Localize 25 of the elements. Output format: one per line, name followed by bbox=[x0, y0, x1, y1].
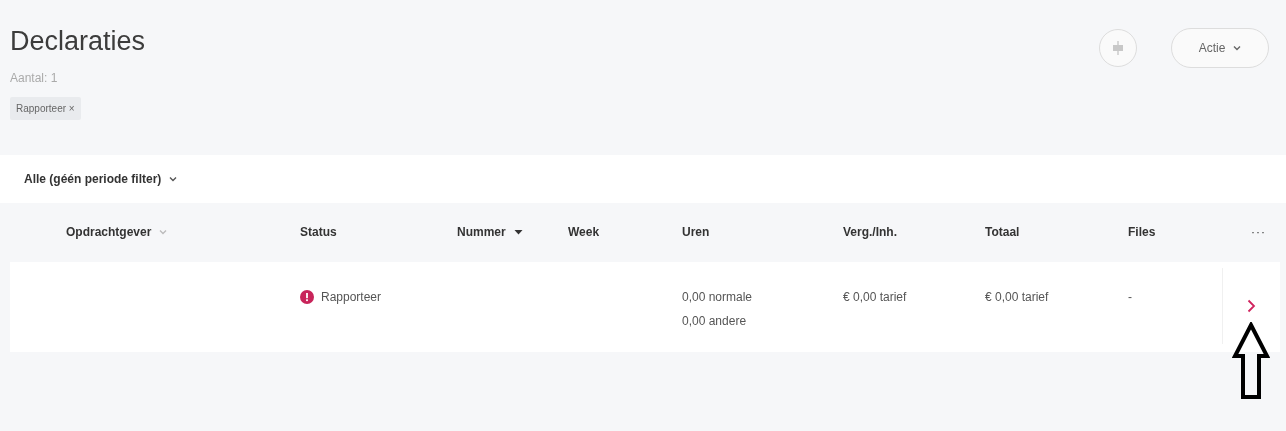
chevron-down-icon bbox=[169, 176, 178, 182]
period-filter-dropdown[interactable]: Alle (géén periode filter) bbox=[24, 172, 178, 186]
hours-text: 0,00 andere bbox=[682, 314, 747, 328]
split-icon bbox=[1112, 41, 1124, 55]
chevron-right-icon bbox=[1247, 299, 1256, 313]
column-header: Status bbox=[300, 224, 338, 239]
record-count: Aantal: 1 bbox=[10, 71, 59, 85]
column-header[interactable]: Nummer bbox=[457, 224, 568, 239]
column-header: Verg./Inh. bbox=[843, 224, 898, 239]
hours-text: 0,00 normale bbox=[682, 290, 753, 304]
column-header: Files bbox=[1128, 224, 1157, 239]
page-title: Declaraties bbox=[10, 26, 146, 57]
filter-chip[interactable]: Rapporteer × bbox=[10, 97, 81, 120]
action-dropdown-button[interactable]: Actie bbox=[1171, 28, 1269, 68]
column-header: Uren bbox=[682, 224, 711, 239]
fee-text: € 0,00 tarief bbox=[843, 290, 907, 304]
status-label: Rapporteer bbox=[321, 290, 382, 304]
sort-caret-icon[interactable] bbox=[513, 228, 523, 235]
files-text: - bbox=[1128, 290, 1132, 304]
total-text: € 0,00 tarief bbox=[985, 290, 1049, 304]
chevron-down-icon bbox=[1233, 45, 1242, 51]
column-header[interactable]: Opdrachtgever bbox=[66, 224, 300, 239]
column-header: Totaal bbox=[985, 224, 1021, 239]
more-options-icon[interactable]: ··· bbox=[1251, 224, 1266, 239]
column-header: Week bbox=[568, 224, 601, 239]
